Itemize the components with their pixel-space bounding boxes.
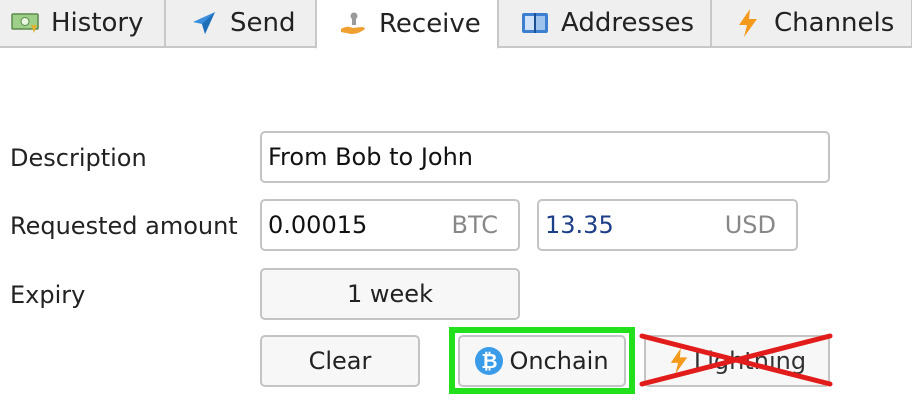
expiry-select[interactable]: 1 week	[260, 268, 520, 320]
tab-send-label: Send	[230, 8, 296, 38]
bitcoin-icon: ₿	[475, 347, 504, 375]
receive-icon	[339, 10, 367, 38]
requested-amount-label: Requested amount	[10, 212, 238, 240]
tab-channels-label: Channels	[774, 8, 895, 38]
tab-addresses[interactable]: Addresses	[498, 0, 711, 47]
amount-btc-field[interactable]: 0.00015 BTC	[260, 199, 520, 251]
send-icon	[190, 9, 218, 37]
description-value: From Bob to John	[268, 143, 474, 171]
history-icon	[11, 9, 39, 37]
onchain-button-label: Onchain	[509, 347, 609, 375]
expiry-value: 1 week	[347, 280, 433, 308]
amount-btc-value: 0.00015	[268, 211, 368, 239]
channels-icon	[734, 9, 762, 37]
tab-bar: History Send Receive Addresses Channels	[0, 0, 912, 49]
tab-channels[interactable]: Channels	[711, 0, 912, 47]
description-field[interactable]: From Bob to John	[260, 131, 830, 183]
tab-send[interactable]: Send	[165, 0, 316, 47]
addresses-icon	[521, 9, 549, 37]
onchain-button[interactable]: ₿ Onchain	[458, 335, 626, 387]
tab-receive[interactable]: Receive	[316, 0, 498, 49]
tab-receive-label: Receive	[379, 9, 481, 39]
tab-addresses-label: Addresses	[561, 8, 695, 38]
clear-button-label: Clear	[308, 347, 372, 375]
clear-button[interactable]: Clear	[260, 335, 420, 387]
tab-history-label: History	[51, 8, 144, 38]
tab-history[interactable]: History	[0, 0, 165, 47]
amount-fiat-value: 13.35	[545, 211, 614, 239]
expiry-label: Expiry	[10, 281, 86, 309]
crossed-out-mark	[639, 333, 833, 387]
description-label: Description	[10, 144, 147, 172]
amount-fiat-field[interactable]: 13.35 USD	[537, 199, 798, 251]
fiat-unit: USD	[724, 211, 776, 239]
btc-unit: BTC	[451, 211, 498, 239]
